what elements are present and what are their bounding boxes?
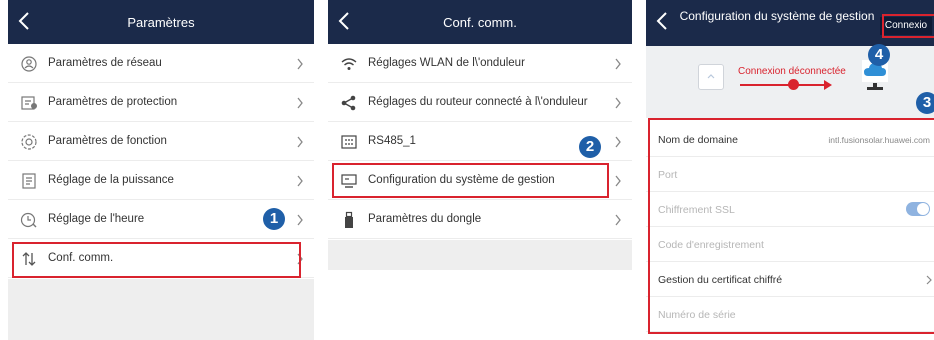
menu-item-label: Paramètres de fonction — [48, 135, 167, 147]
chevron-right-icon — [297, 214, 303, 226]
chevron-right-icon — [297, 253, 303, 265]
disconnected-icon — [788, 79, 799, 90]
page-title: Configuration du système de gestion — [679, 9, 875, 23]
clock-icon — [20, 212, 37, 228]
back-arrow-icon[interactable] — [652, 9, 674, 33]
menu-item-label: RS485_1 — [368, 135, 416, 147]
dongle-icon — [345, 211, 353, 228]
comm-config-header: Conf. comm. — [328, 0, 632, 44]
step-badge: 3 — [916, 92, 934, 114]
connection-status: Connexion déconnectée — [646, 46, 934, 118]
chevron-right-icon — [615, 136, 621, 148]
function-icon — [21, 134, 37, 150]
connect-button[interactable]: Connexio — [880, 17, 932, 35]
monitor-icon — [341, 174, 357, 188]
menu-item-protection-settings[interactable]: Paramètres de protection — [8, 83, 314, 122]
comm-config-panel: Conf. comm. Réglages WLAN de l\'onduleur… — [328, 0, 632, 340]
menu-item-router-settings[interactable]: Réglages du routeur connecté à l\'ondule… — [328, 83, 632, 122]
menu-item-dongle-settings[interactable]: Paramètres du dongle — [328, 200, 632, 239]
share-icon — [341, 95, 356, 111]
management-system-panel: Configuration du système de gestion Conn… — [646, 0, 934, 340]
settings-header: Paramètres — [8, 0, 314, 44]
menu-item-label: Réglages du routeur connecté à l\'ondule… — [368, 96, 588, 108]
chevron-right-icon — [615, 97, 621, 109]
rs485-icon — [341, 135, 357, 149]
chevron-right-icon — [297, 136, 303, 148]
menu-item-label: Paramètres de protection — [48, 96, 178, 108]
page-title: Paramètres — [127, 15, 195, 30]
field-label: Port — [658, 169, 678, 181]
serial-number-field[interactable]: Numéro de série — [646, 297, 934, 332]
empty-area — [328, 240, 632, 270]
menu-item-management-system[interactable]: Configuration du système de gestion — [328, 161, 632, 200]
port-field[interactable]: Port — [646, 157, 934, 192]
menu-item-label: Réglage de la puissance — [48, 174, 174, 186]
registration-code-field[interactable]: Code d'enregistrement — [646, 227, 934, 262]
ssl-encryption-field: Chiffrement SSL — [646, 192, 934, 227]
certificate-management-field[interactable]: Gestion du certificat chiffré — [646, 262, 934, 297]
arrow-right-icon — [824, 80, 832, 90]
menu-item-power-settings[interactable]: Réglage de la puissance — [8, 161, 314, 200]
management-system-header: Configuration du système de gestion Conn… — [646, 0, 934, 46]
wifi-icon — [341, 58, 357, 70]
menu-item-label: Paramètres du dongle — [368, 213, 482, 225]
menu-item-label: Réglage de l'heure — [48, 213, 145, 225]
network-icon — [21, 56, 37, 72]
menu-item-network-settings[interactable]: Paramètres de réseau — [8, 44, 314, 83]
menu-item-label: Configuration du système de gestion — [368, 174, 555, 186]
step-badge: 2 — [579, 136, 601, 158]
domain-name-field[interactable]: Nom de domaine intl.fusionsolar.huawei.c… — [646, 122, 934, 157]
field-label: Nom de domaine — [658, 134, 738, 146]
menu-item-wlan-settings[interactable]: Réglages WLAN de l\'onduleur — [328, 44, 632, 83]
power-icon — [22, 173, 36, 189]
field-label: Code d'enregistrement — [658, 239, 764, 251]
settings-panel: Paramètres Paramètres de réseau Paramètr… — [8, 0, 314, 340]
protection-icon — [21, 96, 37, 110]
page-title: Conf. comm. — [443, 15, 517, 30]
chevron-right-icon — [297, 97, 303, 109]
inverter-icon — [698, 64, 724, 90]
field-label: Chiffrement SSL — [658, 204, 735, 216]
ssl-toggle[interactable] — [906, 202, 930, 216]
comm-icon — [22, 252, 36, 266]
step-badge: 4 — [868, 44, 890, 66]
chevron-right-icon — [297, 175, 303, 187]
domain-name-value: intl.fusionsolar.huawei.com — [828, 135, 930, 145]
chevron-right-icon — [297, 58, 303, 70]
chevron-right-icon — [615, 175, 621, 187]
field-label: Gestion du certificat chiffré — [658, 274, 783, 286]
menu-item-comm-config[interactable]: Conf. comm. — [8, 239, 314, 278]
connection-status-text: Connexion déconnectée — [738, 66, 846, 77]
empty-area — [8, 279, 314, 340]
field-label: Numéro de série — [658, 309, 736, 321]
connection-line — [740, 84, 828, 86]
chevron-right-icon — [615, 58, 621, 70]
menu-item-function-settings[interactable]: Paramètres de fonction — [8, 122, 314, 161]
menu-item-label: Réglages WLAN de l\'onduleur — [368, 57, 525, 69]
menu-item-label: Paramètres de réseau — [48, 57, 162, 69]
chevron-right-icon — [926, 275, 932, 285]
menu-item-label: Conf. comm. — [48, 252, 114, 264]
chevron-right-icon — [615, 214, 621, 226]
step-badge: 1 — [263, 208, 285, 230]
